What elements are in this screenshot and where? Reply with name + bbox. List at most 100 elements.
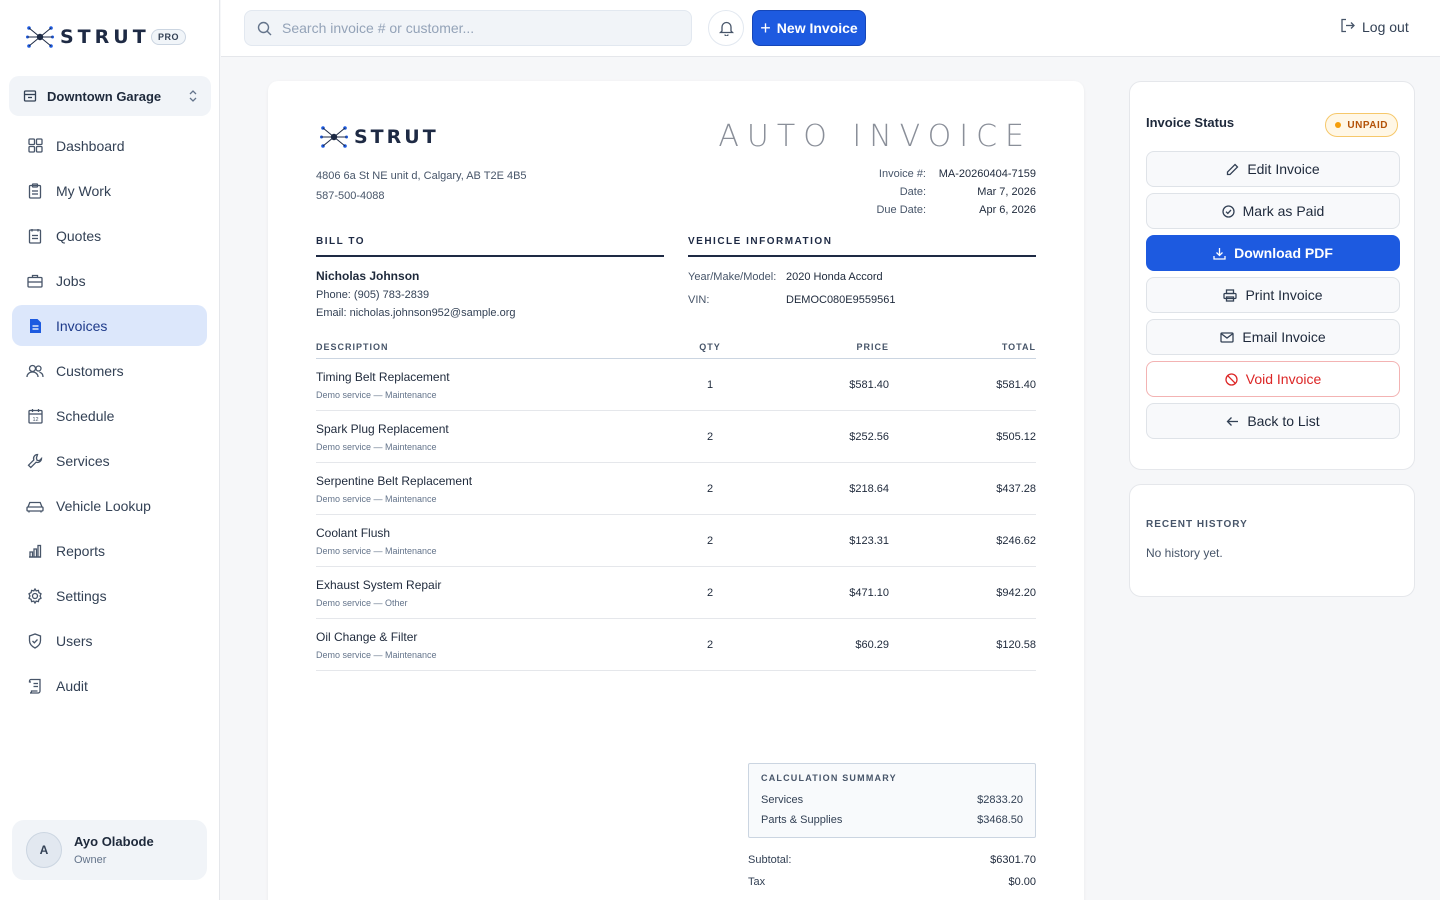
print-invoice-button[interactable]: Print Invoice <box>1146 277 1400 313</box>
new-invoice-button[interactable]: + New Invoice <box>752 10 866 46</box>
bill-to-block: Nicholas Johnson Phone: (905) 783-2839 E… <box>316 267 516 322</box>
top-bar: + New Invoice Log out <box>221 0 1440 57</box>
sidebar-item-my-work[interactable]: My Work <box>12 170 207 211</box>
status-dot-icon <box>1335 122 1342 128</box>
sidebar-item-label: Reports <box>56 542 106 559</box>
sidebar-item-services[interactable]: Services <box>12 440 207 481</box>
calc-row: Services $2833.20 <box>761 790 1023 810</box>
company-address-block: 4806 6a St NE unit d, Calgary, AB T2E 4B… <box>316 166 527 206</box>
company-address: 4806 6a St NE unit d, Calgary, AB T2E 4B… <box>316 170 527 182</box>
sidebar-item-customers[interactable]: Customers <box>12 350 207 391</box>
tax-label: Tax <box>748 876 766 888</box>
logout-button[interactable]: Log out <box>1340 18 1409 36</box>
item-category: Demo service — Maintenance <box>316 493 437 504</box>
sidebar-item-jobs[interactable]: Jobs <box>12 260 207 301</box>
sidebar-item-schedule[interactable]: 12 Schedule <box>12 395 207 436</box>
sidebar-item-label: Settings <box>56 587 107 604</box>
vehicle-label: Year/Make/Model: <box>688 271 777 283</box>
print-invoice-label: Print Invoice <box>1245 287 1323 303</box>
main-nav: Dashboard My Work Quotes Jobs Invoices C… <box>12 125 207 710</box>
strut-logo-icon <box>320 126 348 148</box>
back-to-list-button[interactable]: Back to List <box>1146 403 1400 439</box>
invoice-date-row: Date: Mar 7, 2026 <box>856 183 1036 201</box>
invoice-meta: Invoice #: MA-20260404-7159 Date: Mar 7,… <box>856 165 1036 219</box>
download-pdf-button[interactable]: Download PDF <box>1146 235 1400 271</box>
item-category: Demo service — Maintenance <box>316 389 437 400</box>
item-price: $218.64 <box>849 482 889 495</box>
table-header: DESCRIPTION QTY PRICE TOTAL <box>316 335 1036 359</box>
void-invoice-button[interactable]: Void Invoice <box>1146 361 1400 397</box>
calendar-icon: 12 <box>26 407 44 425</box>
brand-logo[interactable]: STRUT <box>26 24 150 50</box>
user-profile[interactable]: A Ayo Olabode Owner <box>12 820 207 880</box>
item-name: Oil Change & Filter <box>316 629 418 644</box>
sidebar-item-audit[interactable]: Audit <box>12 665 207 706</box>
user-role: Owner <box>74 854 107 866</box>
col-description: DESCRIPTION <box>316 341 389 352</box>
sidebar-item-vehicle-lookup[interactable]: Vehicle Lookup <box>12 485 207 526</box>
edit-invoice-button[interactable]: Edit Invoice <box>1146 151 1400 187</box>
item-total: $505.12 <box>996 430 1036 443</box>
notifications-button[interactable] <box>708 10 744 46</box>
invoice-date: Mar 7, 2026 <box>977 186 1036 198</box>
search-box[interactable] <box>244 10 692 46</box>
sidebar-item-quotes[interactable]: Quotes <box>12 215 207 256</box>
col-price: PRICE <box>856 341 889 352</box>
item-total: $437.28 <box>996 482 1036 495</box>
recent-history-panel: RECENT HISTORY No history yet. <box>1129 484 1415 597</box>
item-total: $246.62 <box>996 534 1036 547</box>
shield-icon <box>26 632 44 650</box>
mark-paid-label: Mark as Paid <box>1242 203 1325 219</box>
calc-label: Services <box>761 794 804 806</box>
check-circle-icon <box>1221 204 1235 218</box>
sidebar-item-users[interactable]: Users <box>12 620 207 661</box>
sidebar-item-invoices[interactable]: Invoices <box>12 305 207 346</box>
sidebar-item-dashboard[interactable]: Dashboard <box>12 125 207 166</box>
item-name: Exhaust System Repair <box>316 577 442 592</box>
vehicle-row: VIN: DEMOC080E9559561 <box>688 289 895 312</box>
brand-name: STRUT <box>60 26 150 48</box>
bill-to-heading: BILL TO <box>316 236 664 257</box>
search-input[interactable] <box>282 20 662 36</box>
clipboard-icon <box>26 182 44 200</box>
subtotal-value: $6301.70 <box>990 854 1036 866</box>
invoice-actions: Edit Invoice Mark as Paid Download PDF P… <box>1146 151 1400 445</box>
item-qty: 2 <box>706 430 714 443</box>
sidebar-item-reports[interactable]: Reports <box>12 530 207 571</box>
customer-phone: Phone: (905) 783-2839 <box>316 289 430 301</box>
sidebar-item-settings[interactable]: Settings <box>12 575 207 616</box>
wrench-icon <box>26 452 44 470</box>
totals-block: Subtotal: $6301.70 Tax $0.00 <box>748 849 1036 893</box>
bar-chart-icon <box>26 542 44 560</box>
mail-icon <box>1220 331 1235 343</box>
item-category: Demo service — Other <box>316 597 408 608</box>
company-name: STRUT <box>354 126 439 148</box>
status-heading: Invoice Status <box>1146 115 1235 130</box>
meta-label: Invoice #: <box>878 168 926 180</box>
quote-icon <box>26 227 44 245</box>
meta-label: Due Date: <box>876 204 926 216</box>
table-row: Oil Change & Filter Demo service — Mainte… <box>316 619 1036 671</box>
strut-logo-icon <box>26 26 54 48</box>
table-row: Spark Plug Replacement Demo service — Mai… <box>316 411 1036 463</box>
col-total: TOTAL <box>1001 341 1036 352</box>
avatar: A <box>26 832 62 868</box>
sidebar-item-label: Invoices <box>56 317 108 334</box>
item-category: Demo service — Maintenance <box>316 649 437 660</box>
item-qty: 2 <box>706 586 714 599</box>
item-name: Timing Belt Replacement <box>316 369 450 384</box>
calc-label: Parts & Supplies <box>761 814 843 826</box>
email-invoice-button[interactable]: Email Invoice <box>1146 319 1400 355</box>
calc-row: Parts & Supplies $3468.50 <box>761 810 1023 830</box>
item-category: Demo service — Maintenance <box>316 545 437 556</box>
vehicle-row: Year/Make/Model: 2020 Honda Accord <box>688 266 895 289</box>
calc-value: $2833.20 <box>977 794 1023 806</box>
users-icon <box>26 362 44 380</box>
sidebar-item-label: Quotes <box>56 227 102 244</box>
mark-paid-button[interactable]: Mark as Paid <box>1146 193 1400 229</box>
location-switcher[interactable]: Downtown Garage <box>9 76 211 116</box>
download-icon <box>1213 247 1226 260</box>
sidebar-item-label: Dashboard <box>56 137 125 154</box>
line-items-table: DESCRIPTION QTY PRICE TOTAL Timing Belt … <box>316 335 1036 671</box>
item-price: $252.56 <box>849 430 889 443</box>
